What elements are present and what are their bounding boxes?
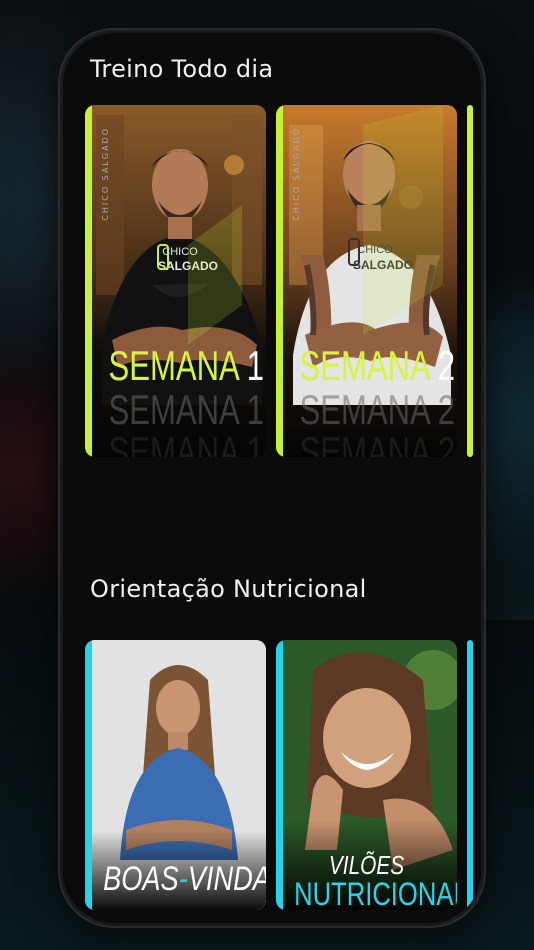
week-number-echo-2: 2 (437, 428, 455, 458)
welcome-title: BOAS-VINDAS (103, 860, 266, 899)
week-word-echo-2: SEMANA (299, 428, 430, 458)
week-1-card[interactable]: CHICO SALGADO CHICO SALGADO SEMANA 1 SEM… (85, 105, 266, 457)
week-title-echo-2: SEMANA 2 (299, 428, 455, 458)
week-number: 1 (246, 342, 264, 389)
nutrition-carousel[interactable]: BOAS-VINDAS (85, 640, 481, 910)
card-accent-bar (276, 640, 283, 910)
week-number-echo: 1 (246, 386, 264, 433)
week-title-echo: SEMANA 2 (299, 386, 455, 433)
welcome-card[interactable]: BOAS-VINDAS (85, 640, 266, 910)
week-word: SEMANA (108, 342, 239, 389)
phone-frame: Treino Todo dia CHICO SALGADO CHICO SALG… (58, 28, 486, 928)
workout-carousel[interactable]: CHICO SALGADO CHICO SALGADO SEMANA 1 SEM… (85, 105, 481, 457)
next-card-peek[interactable] (467, 640, 473, 910)
section-title-treino: Treino Todo dia (90, 55, 274, 83)
week-word-echo-2: SEMANA (108, 428, 239, 458)
next-card-peek[interactable] (467, 105, 473, 457)
brand-vertical-tag: CHICO SALGADO (292, 127, 301, 221)
nutrition-villains-card[interactable]: VILÕES NUTRICIONAIS (276, 640, 457, 910)
week-number: 2 (437, 342, 455, 389)
week-title: SEMANA 2 (299, 342, 455, 389)
week-title-echo-2: SEMANA 1 (108, 428, 264, 458)
week-number-echo-2: 1 (246, 428, 264, 458)
welcome-title-part1: BOAS (103, 860, 179, 898)
villains-title-line2: NUTRICIONAIS (294, 876, 457, 910)
week-word-echo: SEMANA (108, 386, 239, 433)
welcome-title-dash: - (178, 860, 188, 898)
week-title: SEMANA 1 (108, 342, 264, 389)
week-word-echo: SEMANA (299, 386, 430, 433)
week-title-echo: SEMANA 1 (108, 386, 264, 433)
card-accent-bar (85, 105, 92, 457)
week-number-echo: 2 (437, 386, 455, 433)
week-word: SEMANA (299, 342, 430, 389)
brand-vertical-tag: CHICO SALGADO (101, 127, 110, 221)
welcome-title-part2: VINDAS (187, 860, 266, 898)
app-screen: Treino Todo dia CHICO SALGADO CHICO SALG… (63, 33, 481, 923)
background-poster-left (0, 140, 60, 260)
background-poster-right (480, 320, 534, 620)
week-2-card[interactable]: CHICO SALGADO CHICO SALGADO SEMANA 2 SEM… (276, 105, 457, 457)
card-accent-bar (276, 105, 283, 457)
section-title-nutricional: Orientação Nutricional (90, 575, 367, 603)
card-accent-bar (85, 640, 92, 910)
